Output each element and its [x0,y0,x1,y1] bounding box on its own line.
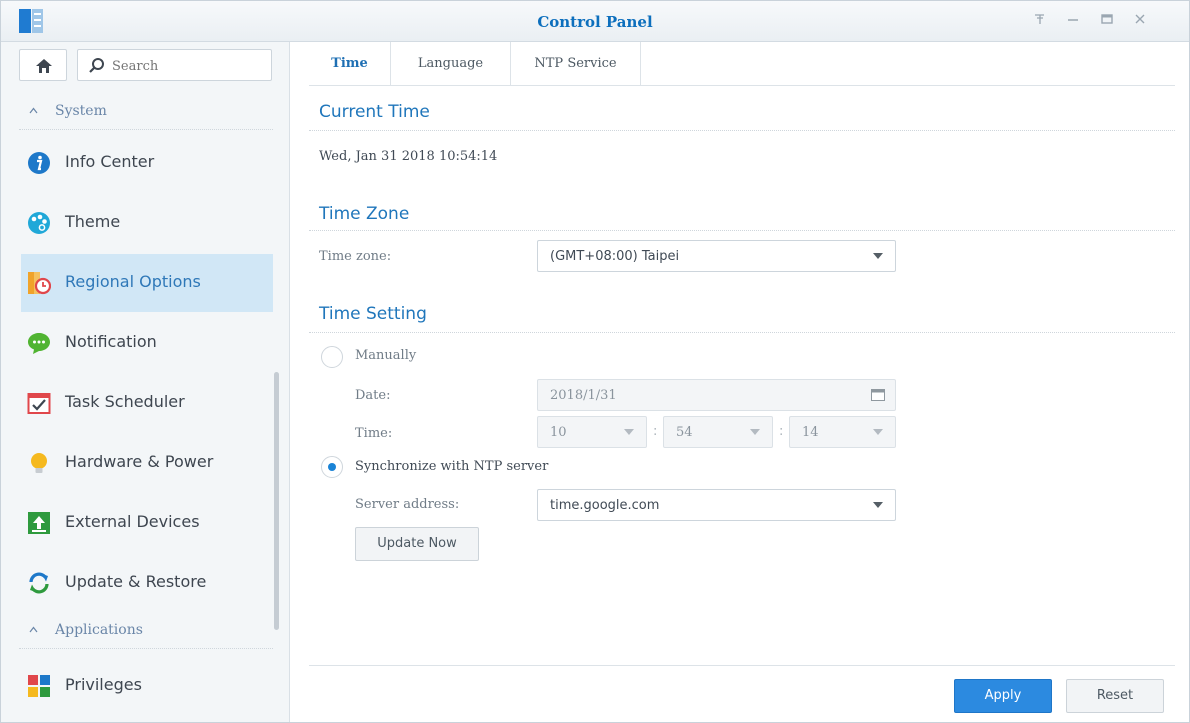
chat-bubble-icon [28,333,50,354]
second-select[interactable]: 14 [789,416,896,448]
ntp-radio[interactable] [321,456,343,478]
time-setting-heading: Time Setting [319,304,427,324]
date-field[interactable]: 2018/1/31 [537,379,896,411]
refresh-icon [29,572,49,594]
time-separator: : [653,424,658,439]
chevron-down-icon [750,429,760,435]
chevron-down-icon [624,429,634,435]
chevron-down-icon [873,429,883,435]
chevron-down-icon [873,502,883,508]
sidebar-item-label: Hardware & Power [65,452,214,471]
current-time-value: Wed, Jan 31 2018 10:54:14 [319,149,498,164]
section-divider [309,332,1175,333]
hour-select[interactable]: 10 [537,416,647,448]
palette-icon [28,212,50,234]
upload-icon [28,512,50,534]
manually-label: Manually [355,348,417,363]
sidebar-item-external-devices[interactable]: External Devices [21,494,273,552]
calendar-icon[interactable] [871,389,885,401]
chevron-up-icon [29,626,38,633]
date-label: Date: [355,388,391,403]
sidebar-item-label: Notification [65,332,157,351]
main-panel: Time Language NTP Service Current Time W… [291,42,1189,722]
sidebar-item-notification[interactable]: Notification [21,314,273,372]
calendar-check-icon [27,393,51,414]
server-address-value: time.google.com [550,498,660,513]
group-label: System [55,103,107,119]
sidebar-item-label: Privileges [65,675,142,694]
search-input[interactable] [112,56,262,76]
tab-bar: Time Language NTP Service [309,42,1175,86]
time-zone-label: Time zone: [319,249,392,264]
group-label: Applications [55,622,143,638]
minimize-icon[interactable] [1063,11,1083,31]
group-system[interactable]: System [19,100,273,130]
update-now-button[interactable]: Update Now [355,527,479,561]
current-time-heading: Current Time [319,102,430,122]
regional-options-icon [28,272,51,295]
sidebar-item-update-restore[interactable]: Update & Restore [21,554,273,612]
sidebar-item-regional-options[interactable]: Regional Options [21,254,273,312]
time-zone-heading: Time Zone [319,204,410,224]
sidebar-item-label: Info Center [65,152,155,171]
maximize-icon[interactable] [1097,11,1117,31]
sidebar-item-label: Regional Options [65,272,201,291]
footer-divider [309,665,1175,666]
sidebar-item-hardware-power[interactable]: Hardware & Power [21,434,273,492]
lightbulb-icon [31,453,47,473]
minute-select[interactable]: 54 [663,416,773,448]
group-applications[interactable]: Applications [19,619,273,649]
search-box[interactable] [77,49,272,81]
reset-button[interactable]: Reset [1066,679,1164,713]
tab-time[interactable]: Time [309,42,391,86]
home-icon [36,59,52,73]
sidebar-item-label: Update & Restore [65,572,207,591]
section-divider [309,230,1175,231]
title-bar[interactable]: Control Panel [1,1,1189,42]
time-zone-select[interactable]: (GMT+08:00) Taipei [537,240,896,272]
sidebar-item-label: Task Scheduler [65,392,185,411]
sidebar-item-task-scheduler[interactable]: Task Scheduler [21,374,273,432]
sidebar-item-label: External Devices [65,512,200,531]
chevron-down-icon [873,253,883,259]
date-value: 2018/1/31 [550,388,617,403]
sidebar-item-info-center[interactable]: Info Center [21,134,273,192]
chevron-up-icon [29,107,38,114]
sidebar-scrollbar[interactable] [274,372,279,630]
time-label: Time: [355,426,393,441]
apply-button[interactable]: Apply [954,679,1052,713]
section-divider [309,130,1175,131]
tab-ntp-service[interactable]: NTP Service [511,42,641,86]
tab-language[interactable]: Language [391,42,511,86]
minute-value: 54 [676,425,693,440]
hour-value: 10 [550,425,567,440]
server-address-select[interactable]: time.google.com [537,489,896,521]
sidebar: System Info Center Theme [1,42,290,722]
search-icon [89,58,104,73]
sidebar-item-label: Theme [65,212,121,231]
server-address-label: Server address: [355,497,460,512]
help-icon[interactable] [1030,11,1050,31]
control-panel-window: Control Panel System [0,0,1190,723]
second-value: 14 [802,425,819,440]
info-icon [28,152,50,174]
home-button[interactable] [19,49,67,81]
manually-radio[interactable] [321,346,343,368]
ntp-label: Synchronize with NTP server [355,459,549,474]
sidebar-item-theme[interactable]: Theme [21,194,273,252]
time-separator: : [779,424,784,439]
window-title: Control Panel [537,13,653,31]
privileges-grid-icon [28,675,50,697]
close-icon[interactable] [1130,11,1150,31]
sidebar-item-privileges[interactable]: Privileges [21,657,273,715]
time-zone-value: (GMT+08:00) Taipei [550,249,680,264]
